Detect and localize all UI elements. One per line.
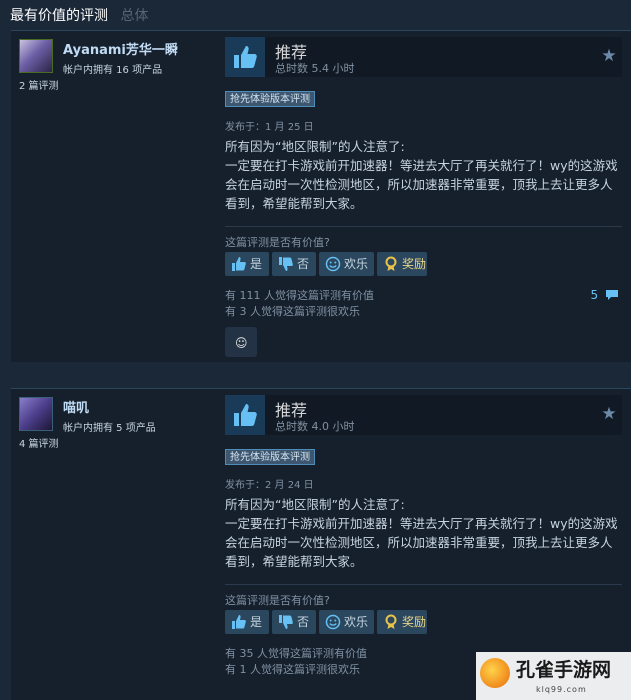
star-icon[interactable]: ★: [600, 47, 618, 65]
author-name[interactable]: 喵叽: [63, 397, 89, 416]
thumbs-down-icon: [279, 257, 293, 271]
award-label: 奖励: [402, 257, 427, 271]
vote-yes-label: 是: [250, 257, 263, 271]
review-body: 所有因为“地区限制”的人注意了: 一定要在打卡游戏前开加速器！等进去大厅了再关就…: [225, 139, 618, 211]
review-card: Ayanami芳华一瞬 帐户内拥有 16 项产品 2 篇评测 推荐 总时数 5.…: [11, 30, 631, 362]
review-count[interactable]: 4 篇评测: [19, 435, 59, 450]
award-label: 奖励: [402, 615, 427, 629]
award-icon: [385, 256, 397, 271]
award-button[interactable]: 奖励: [377, 610, 427, 634]
funny-stat: 有 1 人觉得这篇评测很欢乐: [225, 663, 360, 676]
review-body: 所有因为“地区限制”的人注意了: 一定要在打卡游戏前开加速器！等进去大厅了再关就…: [225, 497, 618, 569]
review-stats: 有 111 人觉得这篇评测有价值 有 3 人觉得这篇评测很欢乐: [225, 288, 374, 320]
helpful-stat: 有 111 人觉得这篇评测有价值: [225, 289, 374, 302]
divider: [225, 226, 622, 227]
hours-played: 总时数 5.4 小时: [275, 62, 355, 75]
section-title: 最有价值的评测: [10, 8, 108, 24]
comments-link[interactable]: 5: [591, 288, 619, 302]
smiley-icon: [325, 256, 341, 272]
vote-no-button[interactable]: 否: [272, 252, 316, 276]
watermark-url: klq99.com: [536, 685, 587, 694]
thumbs-up-icon: [225, 37, 265, 77]
early-access-badge: 抢先体验版本评测: [225, 449, 315, 465]
author-name[interactable]: Ayanami芳华一瞬: [63, 39, 178, 58]
posted-date: 发布于：1 月 25 日: [225, 122, 314, 133]
smiley-icon: [325, 614, 341, 630]
award-button[interactable]: 奖励: [377, 252, 427, 276]
avatar[interactable]: [19, 397, 53, 431]
thumbs-up-icon: [232, 257, 246, 271]
peacock-logo-icon: [480, 658, 510, 688]
helpful-question: 这篇评测是否有价值?: [225, 594, 330, 607]
vote-no-label: 否: [297, 615, 310, 629]
hours-played: 总时数 4.0 小时: [275, 420, 355, 433]
vote-yes-button[interactable]: 是: [225, 610, 269, 634]
review-stats: 有 35 人觉得这篇评测有价值 有 1 人觉得这篇评测很欢乐: [225, 646, 367, 678]
thumbs-up-icon: [232, 615, 246, 629]
vote-funny-label: 欢乐: [344, 615, 369, 629]
products-owned[interactable]: 帐户内拥有 5 项产品: [63, 419, 156, 434]
divider: [225, 584, 622, 585]
avatar[interactable]: [19, 39, 53, 73]
comment-icon: [606, 290, 618, 300]
watermark-title: 孔雀手游网: [516, 659, 612, 681]
thumbs-up-icon: [225, 395, 265, 435]
helpful-stat: 有 35 人觉得这篇评测有价值: [225, 647, 367, 660]
vote-funny-button[interactable]: 欢乐: [319, 252, 374, 276]
vote-funny-button[interactable]: 欢乐: [319, 610, 374, 634]
star-icon[interactable]: ★: [600, 405, 618, 423]
award-icon: [385, 614, 397, 629]
posted-date: 发布于：2 月 24 日: [225, 480, 314, 491]
early-access-badge: 抢先体验版本评测: [225, 91, 315, 107]
review-count[interactable]: 2 篇评测: [19, 77, 59, 92]
award-face-icon: ☺: [235, 336, 248, 350]
thumbs-down-icon: [279, 615, 293, 629]
helpful-question: 这篇评测是否有价值?: [225, 236, 330, 249]
section-subtitle-tab[interactable]: 总体: [120, 8, 148, 24]
vote-funny-label: 欢乐: [344, 257, 369, 271]
review-verdict[interactable]: 推荐 总时数 5.4 小时 ★: [225, 37, 622, 77]
site-watermark: 孔雀手游网 klq99.com: [476, 652, 631, 700]
vote-yes-button[interactable]: 是: [225, 252, 269, 276]
vote-no-label: 否: [297, 257, 310, 271]
review-verdict[interactable]: 推荐 总时数 4.0 小时 ★: [225, 395, 622, 435]
funny-stat: 有 3 人觉得这篇评测很欢乐: [225, 305, 360, 318]
comment-count: 5: [590, 288, 599, 302]
vote-yes-label: 是: [250, 615, 263, 629]
products-owned[interactable]: 帐户内拥有 16 项产品: [63, 61, 162, 76]
section-header: 最有价值的评测 总体: [0, 0, 631, 30]
received-award-icon[interactable]: ☺: [225, 327, 257, 357]
vote-no-button[interactable]: 否: [272, 610, 316, 634]
